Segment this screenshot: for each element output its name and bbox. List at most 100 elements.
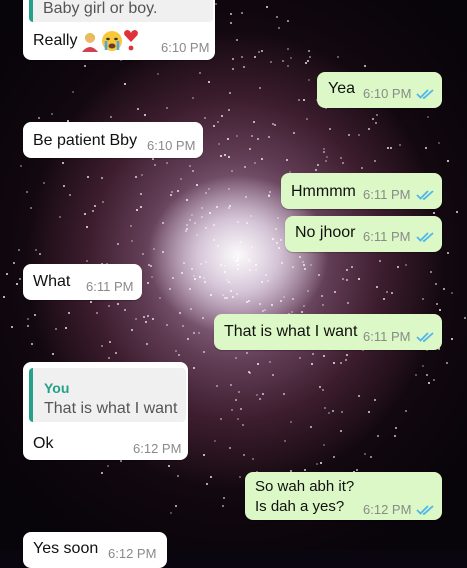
star — [439, 308, 442, 311]
message-bubble-incoming[interactable]: What 6:11 PM — [23, 264, 142, 300]
message-bubble-outgoing[interactable]: No jhoor 6:11 PM — [285, 216, 442, 252]
star — [240, 408, 243, 411]
star — [363, 452, 366, 455]
star — [248, 268, 251, 271]
read-receipt-icon — [416, 188, 436, 201]
star — [203, 281, 206, 284]
star — [180, 271, 183, 274]
star — [236, 220, 239, 223]
star — [208, 81, 211, 84]
message-text-line-1: So wah abh it? — [255, 478, 355, 495]
star — [248, 299, 251, 302]
star — [247, 258, 250, 261]
message-text: No jhoor — [295, 224, 356, 241]
star — [114, 352, 117, 355]
star — [199, 72, 202, 75]
star — [146, 281, 149, 284]
star — [306, 60, 309, 63]
star — [222, 293, 224, 296]
message-bubble-outgoing[interactable]: So wah abh it? Is dah a yes? 6:12 PM — [245, 472, 442, 520]
star — [281, 261, 283, 264]
star — [344, 359, 347, 362]
star — [141, 174, 144, 177]
star — [289, 57, 292, 59]
star — [228, 206, 231, 209]
star — [327, 411, 330, 414]
message-text: Hmmmm — [291, 183, 356, 200]
quoted-message[interactable]: You That is what I want — [29, 368, 186, 422]
star — [256, 137, 259, 140]
star — [253, 161, 256, 164]
message-bubble-incoming[interactable]: You That is what I want Ok 6:12 PM — [23, 362, 188, 460]
star — [229, 290, 232, 293]
star — [25, 191, 28, 194]
star — [209, 293, 212, 296]
star — [166, 162, 169, 165]
star — [117, 243, 120, 246]
star — [346, 279, 349, 282]
message-bubble-incoming[interactable]: Baby girl or boy. Really 6:10 PM — [23, 0, 215, 60]
star — [237, 263, 239, 266]
message-bubble-outgoing[interactable]: Yea 6:10 PM — [317, 72, 442, 108]
star — [237, 267, 239, 270]
message-bubble-incoming[interactable]: Be patient Bby 6:10 PM — [23, 122, 203, 158]
star — [116, 303, 119, 306]
message-text: Really — [33, 32, 78, 49]
star — [235, 259, 238, 262]
message-bubble-outgoing[interactable]: Hmmmm 6:11 PM — [281, 173, 442, 209]
star — [316, 164, 319, 167]
star — [223, 264, 226, 267]
star — [232, 67, 235, 70]
star — [139, 206, 142, 209]
star — [316, 462, 319, 465]
star — [175, 349, 178, 352]
star — [195, 184, 198, 187]
star — [243, 65, 246, 68]
message-text: Ok — [33, 435, 54, 452]
star — [213, 440, 216, 443]
star — [120, 459, 123, 462]
star — [320, 295, 323, 298]
message-time: 6:11 PM — [86, 279, 134, 294]
star — [34, 248, 37, 251]
star — [243, 454, 246, 457]
star — [259, 302, 262, 305]
star — [190, 214, 193, 217]
star — [258, 51, 261, 54]
star — [184, 229, 187, 232]
message-bubble-incoming[interactable]: Yes soon 6:12 PM — [23, 532, 167, 568]
message-bubble-outgoing[interactable]: That is what I want 6:11 PM — [214, 314, 442, 350]
star — [100, 177, 103, 179]
star — [166, 324, 169, 327]
star — [382, 297, 385, 300]
star — [319, 461, 322, 464]
quoted-message[interactable]: Baby girl or boy. — [29, 0, 213, 22]
star — [267, 136, 270, 138]
star — [193, 222, 196, 224]
message-time: 6:12 PM — [133, 441, 182, 456]
star — [192, 170, 194, 173]
star — [202, 317, 205, 320]
star — [422, 298, 425, 301]
star — [203, 350, 206, 353]
star — [229, 13, 232, 16]
star — [152, 157, 154, 160]
message-text: Yes soon — [33, 540, 99, 557]
star — [94, 204, 97, 207]
star — [340, 361, 343, 364]
star — [463, 317, 466, 320]
star — [223, 270, 226, 273]
heart-exclamation-icon — [123, 28, 139, 57]
star — [281, 60, 284, 63]
star — [67, 312, 70, 315]
star — [292, 131, 295, 134]
star — [258, 87, 261, 90]
star — [271, 122, 274, 125]
star — [308, 55, 311, 58]
star — [261, 280, 264, 283]
star — [347, 301, 349, 304]
quoted-message-text: That is what I want — [44, 400, 178, 417]
star — [386, 290, 389, 293]
star — [369, 455, 372, 458]
star — [300, 310, 303, 313]
